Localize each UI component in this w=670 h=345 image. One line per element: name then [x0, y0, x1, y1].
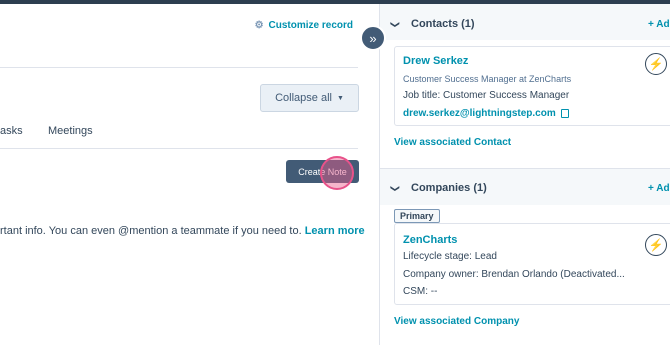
- customize-record-label: Customize record: [268, 20, 353, 31]
- tab-meetings[interactable]: Meetings: [48, 125, 93, 137]
- view-associated-company-link[interactable]: View associated Company: [394, 316, 519, 327]
- chevron-down-icon: ❯: [390, 20, 401, 28]
- chevron-down-icon: ❯: [390, 184, 401, 192]
- contact-email: drew.serkez@lightningstep.com: [403, 108, 569, 119]
- contact-email-link[interactable]: drew.serkez@lightningstep.com: [403, 108, 556, 119]
- collapse-all-label: Collapse all: [275, 92, 332, 104]
- view-associated-contact-link[interactable]: View associated Contact: [394, 137, 511, 148]
- main-pane: ⚙ Customize record Collapse all ▼ asks M…: [0, 4, 379, 345]
- contacts-title: Contacts (1): [411, 18, 475, 30]
- companies-section-header[interactable]: ❯ Companies (1) + Add: [380, 170, 670, 206]
- primary-badge: Primary: [394, 209, 440, 223]
- company-lifecycle: Lifecycle stage: Lead: [403, 251, 497, 262]
- company-card: ZenCharts Lifecycle stage: Lead Company …: [394, 223, 670, 305]
- customize-record-link[interactable]: ⚙ Customize record: [255, 20, 353, 31]
- contact-name-link[interactable]: Drew Serkez: [403, 55, 468, 67]
- lightning-bolt-icon[interactable]: ⚡: [645, 234, 667, 256]
- contact-subtitle: Customer Success Manager at ZenCharts: [403, 74, 572, 84]
- company-csm: CSM: --: [403, 286, 438, 297]
- caret-down-icon: ▼: [336, 94, 344, 102]
- expand-sidebar-button[interactable]: »: [360, 25, 386, 51]
- company-name-link[interactable]: ZenCharts: [403, 234, 457, 246]
- companies-title: Companies (1): [411, 182, 487, 194]
- company-owner: Company owner: Brendan Orlando (Deactiva…: [403, 269, 625, 280]
- double-chevron-right-icon: »: [369, 30, 377, 46]
- tab-tasks[interactable]: asks: [0, 125, 23, 137]
- lightning-bolt-icon[interactable]: ⚡: [645, 53, 667, 75]
- gear-icon: ⚙: [254, 20, 264, 31]
- add-company-button[interactable]: + Add: [648, 183, 670, 194]
- section-divider: [380, 168, 670, 169]
- copy-icon[interactable]: [560, 108, 569, 118]
- contacts-section-header[interactable]: ❯ Contacts (1) + Add: [380, 6, 670, 42]
- contact-card: Drew Serkez Customer Success Manager at …: [394, 46, 670, 126]
- divider: [0, 67, 358, 68]
- note-info-text: rtant info. You can even @mention a team…: [0, 225, 365, 237]
- learn-more-link[interactable]: Learn more: [305, 225, 365, 237]
- click-highlight: [320, 156, 354, 190]
- contact-job-title: Job title: Customer Success Manager: [403, 90, 570, 101]
- right-sidebar: ❯ Contacts (1) + Add Drew Serkez Custome…: [379, 4, 670, 345]
- tabs-divider: [0, 148, 358, 149]
- note-info-body: rtant info. You can even @mention a team…: [0, 225, 302, 237]
- add-contact-button[interactable]: + Add: [648, 19, 670, 30]
- collapse-all-button[interactable]: Collapse all ▼: [260, 84, 359, 112]
